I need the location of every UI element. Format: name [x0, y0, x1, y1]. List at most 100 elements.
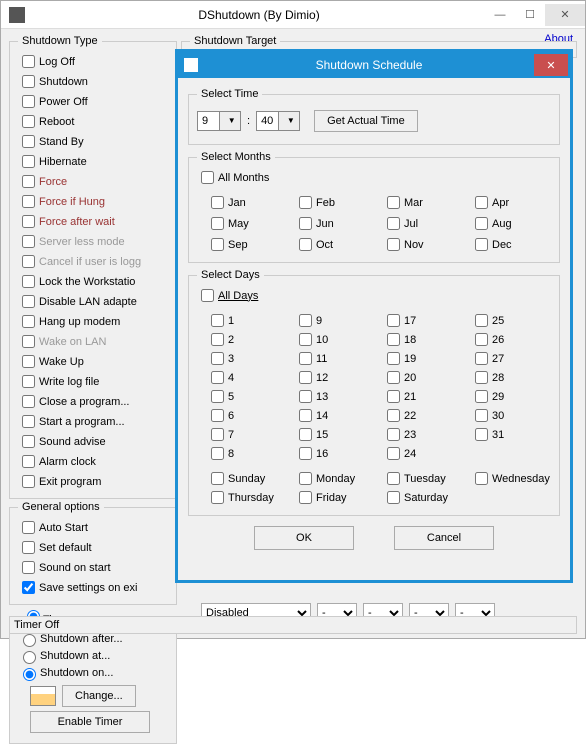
day-checkbox[interactable] [299, 314, 312, 327]
month-checkbox[interactable] [475, 196, 488, 209]
day-checkbox[interactable] [475, 371, 488, 384]
day-checkbox[interactable] [387, 428, 400, 441]
month-checkbox[interactable] [475, 238, 488, 251]
day-checkbox[interactable] [299, 409, 312, 422]
day-checkbox[interactable] [211, 333, 224, 346]
day-checkbox[interactable] [387, 447, 400, 460]
day-checkbox[interactable] [211, 428, 224, 441]
month-checkbox[interactable] [211, 196, 224, 209]
shutdown-type-checkbox[interactable] [22, 315, 35, 328]
month-label: Nov [404, 239, 424, 251]
month-checkbox[interactable] [387, 217, 400, 230]
day-checkbox[interactable] [475, 314, 488, 327]
month-checkbox[interactable] [211, 217, 224, 230]
month-label: May [228, 218, 249, 230]
shutdown-type-checkbox[interactable] [22, 255, 35, 268]
month-checkbox[interactable] [299, 217, 312, 230]
shutdown-type-checkbox[interactable] [22, 455, 35, 468]
general-checkbox[interactable] [22, 521, 35, 534]
day-checkbox[interactable] [299, 447, 312, 460]
dialog-close-button[interactable]: ✕ [534, 54, 568, 76]
shutdown-type-label: Server less mode [39, 236, 125, 248]
month-checkbox[interactable] [211, 238, 224, 251]
shutdown-type-checkbox[interactable] [22, 275, 35, 288]
change-button[interactable]: Change... [62, 685, 136, 707]
day-checkbox[interactable] [387, 333, 400, 346]
day-checkbox[interactable] [387, 314, 400, 327]
month-checkbox[interactable] [299, 196, 312, 209]
day-checkbox[interactable] [387, 352, 400, 365]
day-checkbox[interactable] [299, 333, 312, 346]
close-button[interactable]: ✕ [545, 4, 585, 26]
chevron-down-icon[interactable]: ▼ [278, 112, 300, 130]
shutdown-type-checkbox[interactable] [22, 355, 35, 368]
timer-radio[interactable] [23, 668, 36, 681]
all-months-checkbox[interactable] [201, 171, 214, 184]
shutdown-type-checkbox[interactable] [22, 55, 35, 68]
general-checkbox[interactable] [22, 581, 35, 594]
weekday-checkbox[interactable] [299, 472, 312, 485]
day-checkbox[interactable] [211, 352, 224, 365]
get-actual-time-button[interactable]: Get Actual Time [314, 110, 418, 132]
weekday-checkbox[interactable] [387, 472, 400, 485]
day-checkbox[interactable] [299, 352, 312, 365]
app-icon [9, 7, 25, 23]
day-checkbox[interactable] [299, 390, 312, 403]
day-checkbox[interactable] [387, 409, 400, 422]
day-checkbox[interactable] [211, 447, 224, 460]
cancel-button[interactable]: Cancel [394, 526, 494, 550]
shutdown-type-checkbox[interactable] [22, 415, 35, 428]
general-checkbox[interactable] [22, 541, 35, 554]
enable-timer-button[interactable]: Enable Timer [30, 711, 150, 733]
shutdown-type-checkbox[interactable] [22, 215, 35, 228]
weekday-checkbox[interactable] [211, 491, 224, 504]
day-checkbox[interactable] [475, 333, 488, 346]
day-checkbox[interactable] [211, 409, 224, 422]
shutdown-type-checkbox[interactable] [22, 115, 35, 128]
shutdown-type-checkbox[interactable] [22, 155, 35, 168]
day-checkbox[interactable] [299, 428, 312, 441]
day-checkbox[interactable] [299, 371, 312, 384]
shutdown-type-checkbox[interactable] [22, 395, 35, 408]
shutdown-type-checkbox[interactable] [22, 135, 35, 148]
chevron-down-icon[interactable]: ▼ [219, 112, 241, 130]
day-checkbox[interactable] [211, 371, 224, 384]
month-label: Feb [316, 197, 335, 209]
general-checkbox[interactable] [22, 561, 35, 574]
shutdown-type-checkbox[interactable] [22, 295, 35, 308]
shutdown-type-checkbox[interactable] [22, 95, 35, 108]
shutdown-type-checkbox[interactable] [22, 75, 35, 88]
day-checkbox[interactable] [211, 314, 224, 327]
minute-spinner[interactable]: 40▼ [256, 111, 300, 131]
hour-spinner[interactable]: 9▼ [197, 111, 241, 131]
shutdown-type-checkbox[interactable] [22, 235, 35, 248]
ok-button[interactable]: OK [254, 526, 354, 550]
shutdown-type-checkbox[interactable] [22, 175, 35, 188]
day-checkbox[interactable] [475, 390, 488, 403]
day-checkbox[interactable] [475, 409, 488, 422]
shutdown-type-checkbox[interactable] [22, 335, 35, 348]
month-checkbox[interactable] [475, 217, 488, 230]
weekday-label: Sunday [228, 473, 265, 485]
month-checkbox[interactable] [387, 238, 400, 251]
weekday-checkbox[interactable] [387, 491, 400, 504]
timer-radio[interactable] [23, 634, 36, 647]
shutdown-type-checkbox[interactable] [22, 375, 35, 388]
shutdown-type-checkbox[interactable] [22, 475, 35, 488]
day-checkbox[interactable] [211, 390, 224, 403]
day-checkbox[interactable] [387, 390, 400, 403]
weekday-checkbox[interactable] [211, 472, 224, 485]
weekday-checkbox[interactable] [299, 491, 312, 504]
month-checkbox[interactable] [387, 196, 400, 209]
day-checkbox[interactable] [475, 352, 488, 365]
all-days-checkbox[interactable] [201, 289, 214, 302]
weekday-checkbox[interactable] [475, 472, 488, 485]
timer-radio[interactable] [23, 651, 36, 664]
day-checkbox[interactable] [475, 428, 488, 441]
maximize-button[interactable]: ☐ [515, 4, 545, 26]
day-checkbox[interactable] [387, 371, 400, 384]
shutdown-type-checkbox[interactable] [22, 435, 35, 448]
shutdown-type-checkbox[interactable] [22, 195, 35, 208]
month-checkbox[interactable] [299, 238, 312, 251]
minimize-button[interactable]: — [485, 4, 515, 26]
